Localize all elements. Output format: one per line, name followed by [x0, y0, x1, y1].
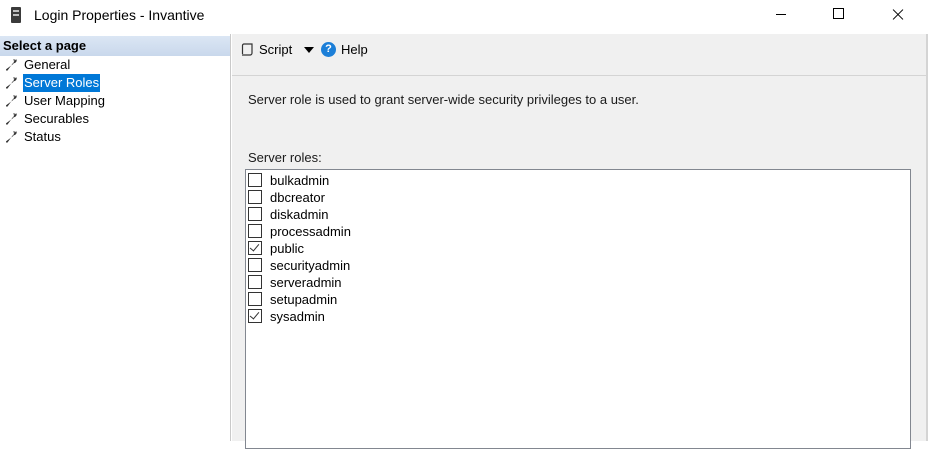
role-row-bulkadmin[interactable]: bulkadmin [248, 172, 648, 189]
server-roles-page: Server role is used to grant server-wide… [232, 76, 928, 449]
help-button[interactable]: Help [341, 42, 368, 57]
role-checkbox[interactable] [248, 241, 262, 255]
chevron-down-icon[interactable] [304, 47, 314, 53]
role-name: sysadmin [270, 309, 325, 324]
toolbar: Script ? Help [232, 34, 928, 76]
role-checkbox[interactable] [248, 224, 262, 238]
server-roles-label: Server roles: [248, 150, 322, 165]
minimize-button[interactable] [752, 0, 810, 30]
title-bar: Login Properties - Invantive [0, 0, 928, 32]
role-checkbox[interactable] [248, 292, 262, 306]
page-item-label: Server Roles [23, 74, 101, 92]
role-checkbox[interactable] [248, 258, 262, 272]
role-row-dbcreator[interactable]: dbcreator [248, 189, 648, 206]
server-document-icon [11, 7, 21, 23]
role-row-securityadmin[interactable]: securityadmin [248, 257, 648, 274]
page-item-label: Status [24, 129, 61, 144]
script-icon [241, 43, 253, 56]
wrench-icon [6, 95, 18, 107]
role-row-serveradmin[interactable]: serveradmin [248, 274, 648, 291]
maximize-button[interactable] [810, 0, 868, 30]
role-row-public[interactable]: public [248, 240, 648, 257]
wrench-icon [6, 113, 18, 125]
role-row-diskadmin[interactable]: diskadmin [248, 206, 648, 223]
help-icon[interactable]: ? [321, 42, 336, 57]
role-name: processadmin [270, 224, 351, 239]
wrench-icon [6, 77, 18, 89]
select-page-pane: Select a page General Server Roles User … [0, 34, 231, 441]
wrench-icon [6, 59, 18, 71]
server-roles-list[interactable]: bulkadmin dbcreator diskadmin processadm… [245, 169, 911, 449]
select-page-header: Select a page [0, 36, 230, 56]
role-name: public [270, 241, 304, 256]
role-checkbox[interactable] [248, 309, 262, 323]
role-name: setupadmin [270, 292, 338, 307]
page-description: Server role is used to grant server-wide… [248, 92, 639, 107]
page-item-label: User Mapping [24, 93, 105, 108]
role-name: bulkadmin [270, 173, 330, 188]
checkmark-icon [249, 309, 260, 320]
role-name: securityadmin [270, 258, 351, 273]
role-row-sysadmin[interactable]: sysadmin [248, 308, 648, 325]
role-checkbox[interactable] [248, 173, 262, 187]
role-checkbox[interactable] [248, 275, 262, 289]
role-row-processadmin[interactable]: processadmin [248, 223, 648, 240]
script-button[interactable]: Script [259, 42, 292, 57]
role-name: serveradmin [270, 275, 342, 290]
window-title: Login Properties - Invantive [34, 7, 205, 23]
role-name: diskadmin [270, 207, 329, 222]
role-name: dbcreator [270, 190, 325, 205]
page-item-label: General [24, 57, 71, 72]
role-row-setupadmin[interactable]: setupadmin [248, 291, 648, 308]
wrench-icon [6, 131, 18, 143]
role-checkbox[interactable] [248, 190, 262, 204]
close-button[interactable] [868, 0, 926, 30]
checkmark-icon [249, 241, 260, 252]
page-item-label: Securables [24, 111, 90, 126]
role-checkbox[interactable] [248, 207, 262, 221]
